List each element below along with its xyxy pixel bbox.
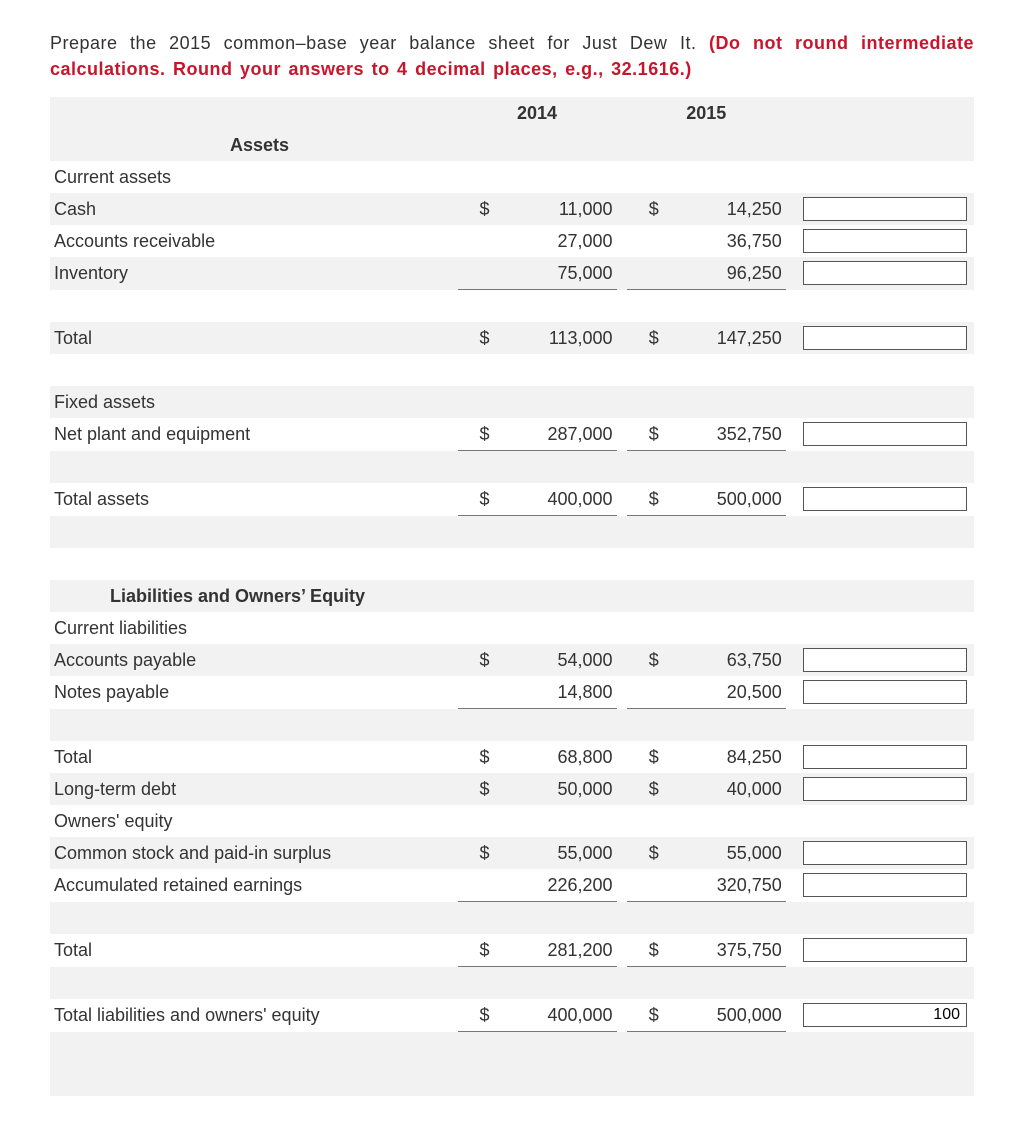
row-retained: Accumulated retained earnings 226,200 32… <box>50 869 974 902</box>
row-total-assets: Total assets $ 400,000 $ 500,000 <box>50 483 974 516</box>
row-oe-total: Total $ 281,200 $ 375,750 <box>50 934 974 967</box>
row-spacer4 <box>50 902 974 935</box>
row-cash: Cash $ 11,000 $ 14,250 <box>50 193 974 225</box>
row-np: Notes payable 14,800 20,500 <box>50 676 974 709</box>
input-np[interactable] <box>803 680 967 704</box>
instructions-text: Prepare the 2015 common–base year balanc… <box>50 30 974 82</box>
input-ltd[interactable] <box>803 777 967 801</box>
input-total-assets[interactable] <box>803 487 967 511</box>
instr-part1: Prepare the 2015 common–base year balanc… <box>50 33 709 53</box>
input-retained[interactable] <box>803 873 967 897</box>
row-common-stock: Common stock and paid-in surplus $ 55,00… <box>50 837 974 869</box>
input-common-stock[interactable] <box>803 841 967 865</box>
row-current-liab: Current liabilities <box>50 612 974 644</box>
row-spacer5 <box>50 967 974 1000</box>
row-footer <box>50 1064 974 1096</box>
row-net-pe: Net plant and equipment $ 287,000 $ 352,… <box>50 418 974 451</box>
row-inventory: Inventory 75,000 96,250 <box>50 257 974 290</box>
row-ltd: Long-term debt $ 50,000 $ 40,000 <box>50 773 974 805</box>
row-ca-total: Total $ 113,000 $ 147,250 <box>50 322 974 354</box>
row-fixed-assets: Fixed assets <box>50 386 974 418</box>
row-cl-total: Total $ 68,800 $ 84,250 <box>50 741 974 773</box>
liab-header: Liabilities and Owners’ Equity <box>50 580 974 612</box>
input-cash[interactable] <box>803 197 967 221</box>
input-ca-total[interactable] <box>803 326 967 350</box>
input-ap[interactable] <box>803 648 967 672</box>
row-spacer <box>50 290 974 323</box>
row-ar: Accounts receivable 27,000 36,750 <box>50 225 974 257</box>
input-net-pe[interactable] <box>803 422 967 446</box>
balance-sheet-table: 2014 2015 Assets Current assets Cash $ 1… <box>50 97 974 1096</box>
row-current-assets: Current assets <box>50 161 974 193</box>
input-inventory[interactable] <box>803 261 967 285</box>
row-dbl2 <box>50 1032 974 1065</box>
col-2014: 2014 <box>458 97 617 129</box>
assets-header: Assets <box>50 129 974 161</box>
row-spacer3 <box>50 709 974 742</box>
input-total-liab-oe[interactable] <box>803 1003 967 1027</box>
input-oe-total[interactable] <box>803 938 967 962</box>
year-header-row: 2014 2015 <box>50 97 974 129</box>
row-blank <box>50 354 974 386</box>
row-total-liab-oe: Total liabilities and owners' equity $ 4… <box>50 999 974 1032</box>
row-blank2 <box>50 548 974 580</box>
input-ar[interactable] <box>803 229 967 253</box>
row-dbl <box>50 516 974 549</box>
row-ap: Accounts payable $ 54,000 $ 63,750 <box>50 644 974 676</box>
row-oe: Owners' equity <box>50 805 974 837</box>
row-spacer2 <box>50 451 974 484</box>
input-cl-total[interactable] <box>803 745 967 769</box>
col-2015: 2015 <box>627 97 786 129</box>
